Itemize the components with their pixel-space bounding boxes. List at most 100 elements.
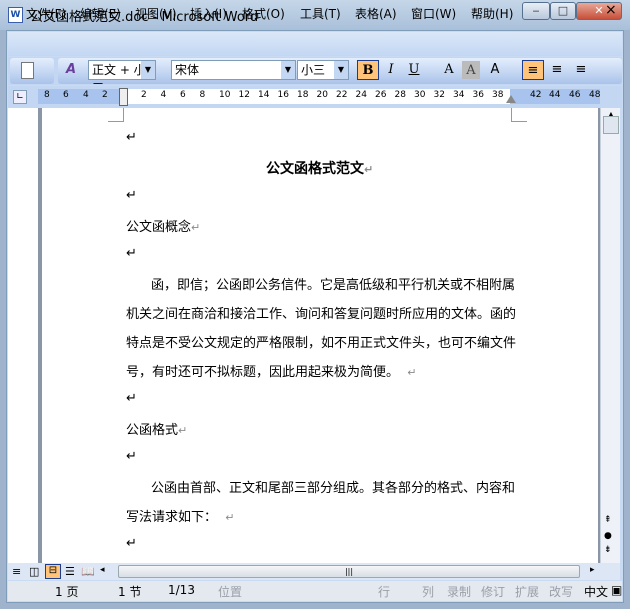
size-combo[interactable]: 小三 ▼	[297, 60, 349, 80]
menu-help[interactable]: 帮助(H)	[471, 5, 513, 22]
chevron-down-icon[interactable]: ▼	[281, 61, 295, 79]
margin-corner	[108, 108, 124, 122]
status-column: 列	[422, 585, 435, 599]
word-icon: W	[8, 7, 23, 23]
align-justify-button[interactable]: ≡	[522, 60, 544, 80]
underline-button[interactable]: U	[403, 60, 425, 80]
ruler-tick: 48	[589, 90, 601, 100]
align-right-button[interactable]: ≡	[570, 60, 592, 80]
ruler-tick: 44	[549, 90, 561, 100]
maximize-button[interactable]: □	[550, 2, 576, 20]
paragraph-line: 函，即信；公函即公务信件。它是高低级和平行机关或不相附属	[151, 278, 516, 293]
status-language: 中文	[584, 585, 609, 599]
ruler-tick: 2	[141, 90, 147, 100]
paragraph-text: 写法请求如下：	[126, 510, 218, 525]
ruler-tick: 28	[394, 90, 406, 100]
paragraph-mark: ↵	[126, 536, 137, 551]
reading-view-icon[interactable]: 📖	[81, 565, 95, 578]
ruler-tick: 10	[219, 90, 231, 100]
status-record[interactable]: 录制	[447, 583, 471, 600]
ruler-tick: 30	[414, 90, 426, 100]
italic-button[interactable]: I	[380, 60, 402, 80]
vertical-scrollbar[interactable]	[600, 108, 620, 563]
phonetic-guide-button[interactable]: A	[484, 60, 506, 80]
chevron-down-icon[interactable]: ▼	[141, 61, 155, 79]
next-page-icon[interactable]: ⇟	[604, 545, 612, 555]
bold-button[interactable]: B	[357, 60, 379, 80]
ruler-tick: 4	[83, 90, 89, 100]
ruler-tick: 46	[569, 90, 581, 100]
menu-format[interactable]: 格式(O)	[242, 5, 285, 22]
margin-corner	[511, 108, 527, 122]
select-browse-object-icon[interactable]: ●	[604, 531, 612, 541]
ruler-tick: 6	[63, 90, 69, 100]
heading-2: 公函格式↵	[126, 419, 187, 438]
font-value: 宋体	[175, 63, 200, 77]
menu-edit[interactable]: 编辑(E)	[80, 5, 121, 22]
status-line: 行	[378, 585, 391, 599]
menu-table[interactable]: 表格(A)	[355, 5, 397, 22]
align-center-button[interactable]: ≡	[546, 60, 568, 80]
minimize-button[interactable]: ‒	[522, 2, 550, 20]
font-combo[interactable]: 宋体 ▼	[171, 60, 296, 80]
close-document-button[interactable]: ×	[605, 2, 617, 18]
scroll-left-icon[interactable]: ◂	[100, 565, 105, 575]
ruler-tick: 24	[355, 90, 367, 100]
heading-text: 公文函概念	[126, 220, 192, 235]
ruler-tick: 22	[336, 90, 348, 100]
status-track-changes[interactable]: 修订	[481, 583, 505, 600]
spelling-icon[interactable]: ▣	[611, 583, 622, 597]
ruler-tick: 14	[258, 90, 270, 100]
ruler-tick: 26	[375, 90, 387, 100]
heading-1: 公文函概念↵	[126, 216, 200, 235]
title-text: 公文函格式范文	[266, 161, 364, 177]
menu-bar	[8, 32, 622, 56]
menu-file[interactable]: 文件(F)	[26, 5, 66, 22]
document-title: 公文函格式范文↵	[266, 158, 373, 178]
menu-window[interactable]: 窗口(W)	[411, 5, 456, 22]
ruler-tick: 8	[199, 90, 206, 100]
previous-page-icon[interactable]: ⇞	[604, 515, 612, 525]
menu-tools[interactable]: 工具(T)	[300, 5, 341, 22]
new-document-icon[interactable]	[21, 62, 34, 79]
ruler-tick: 20	[316, 90, 328, 100]
heading-text: 公函格式	[126, 423, 179, 438]
scroll-thumb[interactable]	[603, 116, 619, 134]
status-overtype[interactable]: 改写	[549, 583, 573, 600]
tab-stop-selector[interactable]: ∟	[13, 90, 27, 104]
char-shading-button[interactable]: A	[462, 61, 480, 79]
outline-view-icon[interactable]: ☰	[65, 565, 75, 578]
paragraph-line: 特点是不受公文规定的严格限制，如不用正式文件头，也可不编文件	[126, 336, 517, 351]
paragraph-line: 公函由首部、正文和尾部三部分组成。其各部分的格式、内容和	[151, 481, 516, 496]
paragraph-mark: ↵	[126, 246, 137, 261]
paragraph-mark: ↵	[191, 221, 201, 234]
paragraph-text: 号，有时还可不拟标题，因此用起来极为简便。	[126, 365, 400, 380]
scroll-right-icon[interactable]: ▸	[590, 565, 595, 575]
status-position: 位置	[218, 585, 243, 599]
chevron-down-icon[interactable]: ▼	[334, 61, 348, 79]
paragraph-mark: ↵	[178, 424, 188, 437]
ruler-tick: 18	[297, 90, 309, 100]
right-indent-marker[interactable]	[506, 95, 516, 103]
ruler-tick: 6	[180, 90, 186, 100]
ruler-tick: 42	[530, 90, 542, 100]
style-combo[interactable]: 正文 + 小三▼	[88, 60, 156, 95]
ruler-tick: 2	[102, 90, 108, 100]
paragraph-line: 号，有时还可不拟标题，因此用起来极为简便。 ↵	[126, 361, 417, 380]
styles-icon[interactable]: A	[66, 62, 76, 77]
paragraph-mark: ↵	[225, 511, 235, 524]
menu-insert[interactable]: 插入(I)	[190, 5, 227, 22]
menu-view[interactable]: 视图(V)	[135, 5, 177, 22]
print-layout-icon[interactable]: ⊟	[45, 564, 61, 579]
paragraph-mark: ↵	[126, 130, 137, 145]
paragraph-mark: ↵	[364, 163, 374, 176]
horizontal-scroll-thumb[interactable]: |||	[118, 565, 580, 578]
char-border-button[interactable]: A	[438, 60, 460, 80]
ruler-tick: 16	[277, 90, 289, 100]
normal-view-icon[interactable]: ≡	[12, 565, 21, 578]
status-extend[interactable]: 扩展	[515, 583, 539, 600]
status-page: 1 页	[55, 585, 79, 599]
indent-marker[interactable]	[119, 88, 128, 106]
web-layout-icon[interactable]: ◫	[29, 565, 39, 578]
status-section: 1 节	[118, 585, 142, 599]
